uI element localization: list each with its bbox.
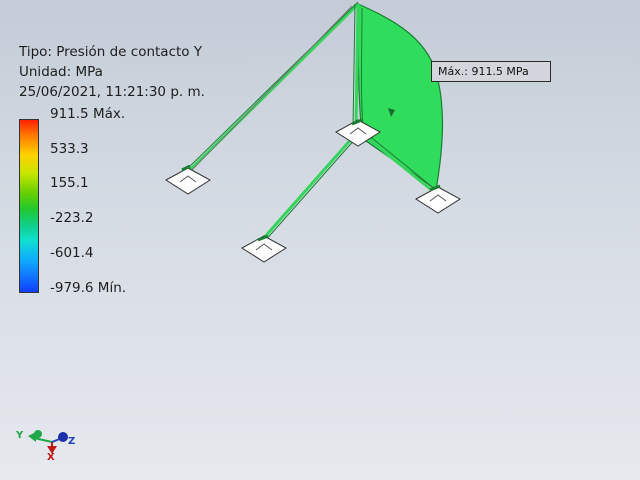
cable-center-to-bottom <box>260 135 356 241</box>
mast-center <box>354 3 360 129</box>
legend-label-3: 155.1 <box>50 175 89 191</box>
cable-top-to-left-gray <box>189 5 353 173</box>
sail-membrane <box>357 3 444 192</box>
triad-x-label: X <box>47 452 55 463</box>
max-probe-label[interactable]: Máx.: 911.5 MPa <box>431 61 551 82</box>
triad-y-label: Y <box>16 430 24 441</box>
legend-label-max: 911.5 Máx. <box>50 106 126 122</box>
base-plate-left <box>165 164 211 195</box>
base-plate-right <box>415 184 461 214</box>
result-info: Tipo: Presión de contacto Y Unidad: MPa … <box>19 42 205 102</box>
mast-center-edge <box>352 3 356 129</box>
color-legend-bar <box>19 119 39 293</box>
cable-top-to-left <box>183 2 360 177</box>
result-type: Tipo: Presión de contacto Y <box>19 44 203 60</box>
result-date: 25/06/2021, 11:21:30 p. m. <box>19 84 205 100</box>
cable-top-to-left-edge <box>182 1 359 174</box>
legend-label-min: -979.6 Mín. <box>50 280 127 296</box>
legend-label-4: -223.2 <box>50 210 94 226</box>
legend-label-2: 533.3 <box>50 141 89 157</box>
model-viewport[interactable]: Tipo: Presión de contacto Y Unidad: MPa … <box>0 0 640 480</box>
cable-center-to-bottom-edge <box>263 137 357 243</box>
triad-z-label: Z <box>68 436 76 447</box>
result-unit: Unidad: MPa <box>19 64 103 80</box>
base-plate-bottom <box>241 234 287 263</box>
coordinate-triad[interactable]: Y X Z <box>14 420 84 470</box>
legend-label-5: -601.4 <box>50 245 94 261</box>
